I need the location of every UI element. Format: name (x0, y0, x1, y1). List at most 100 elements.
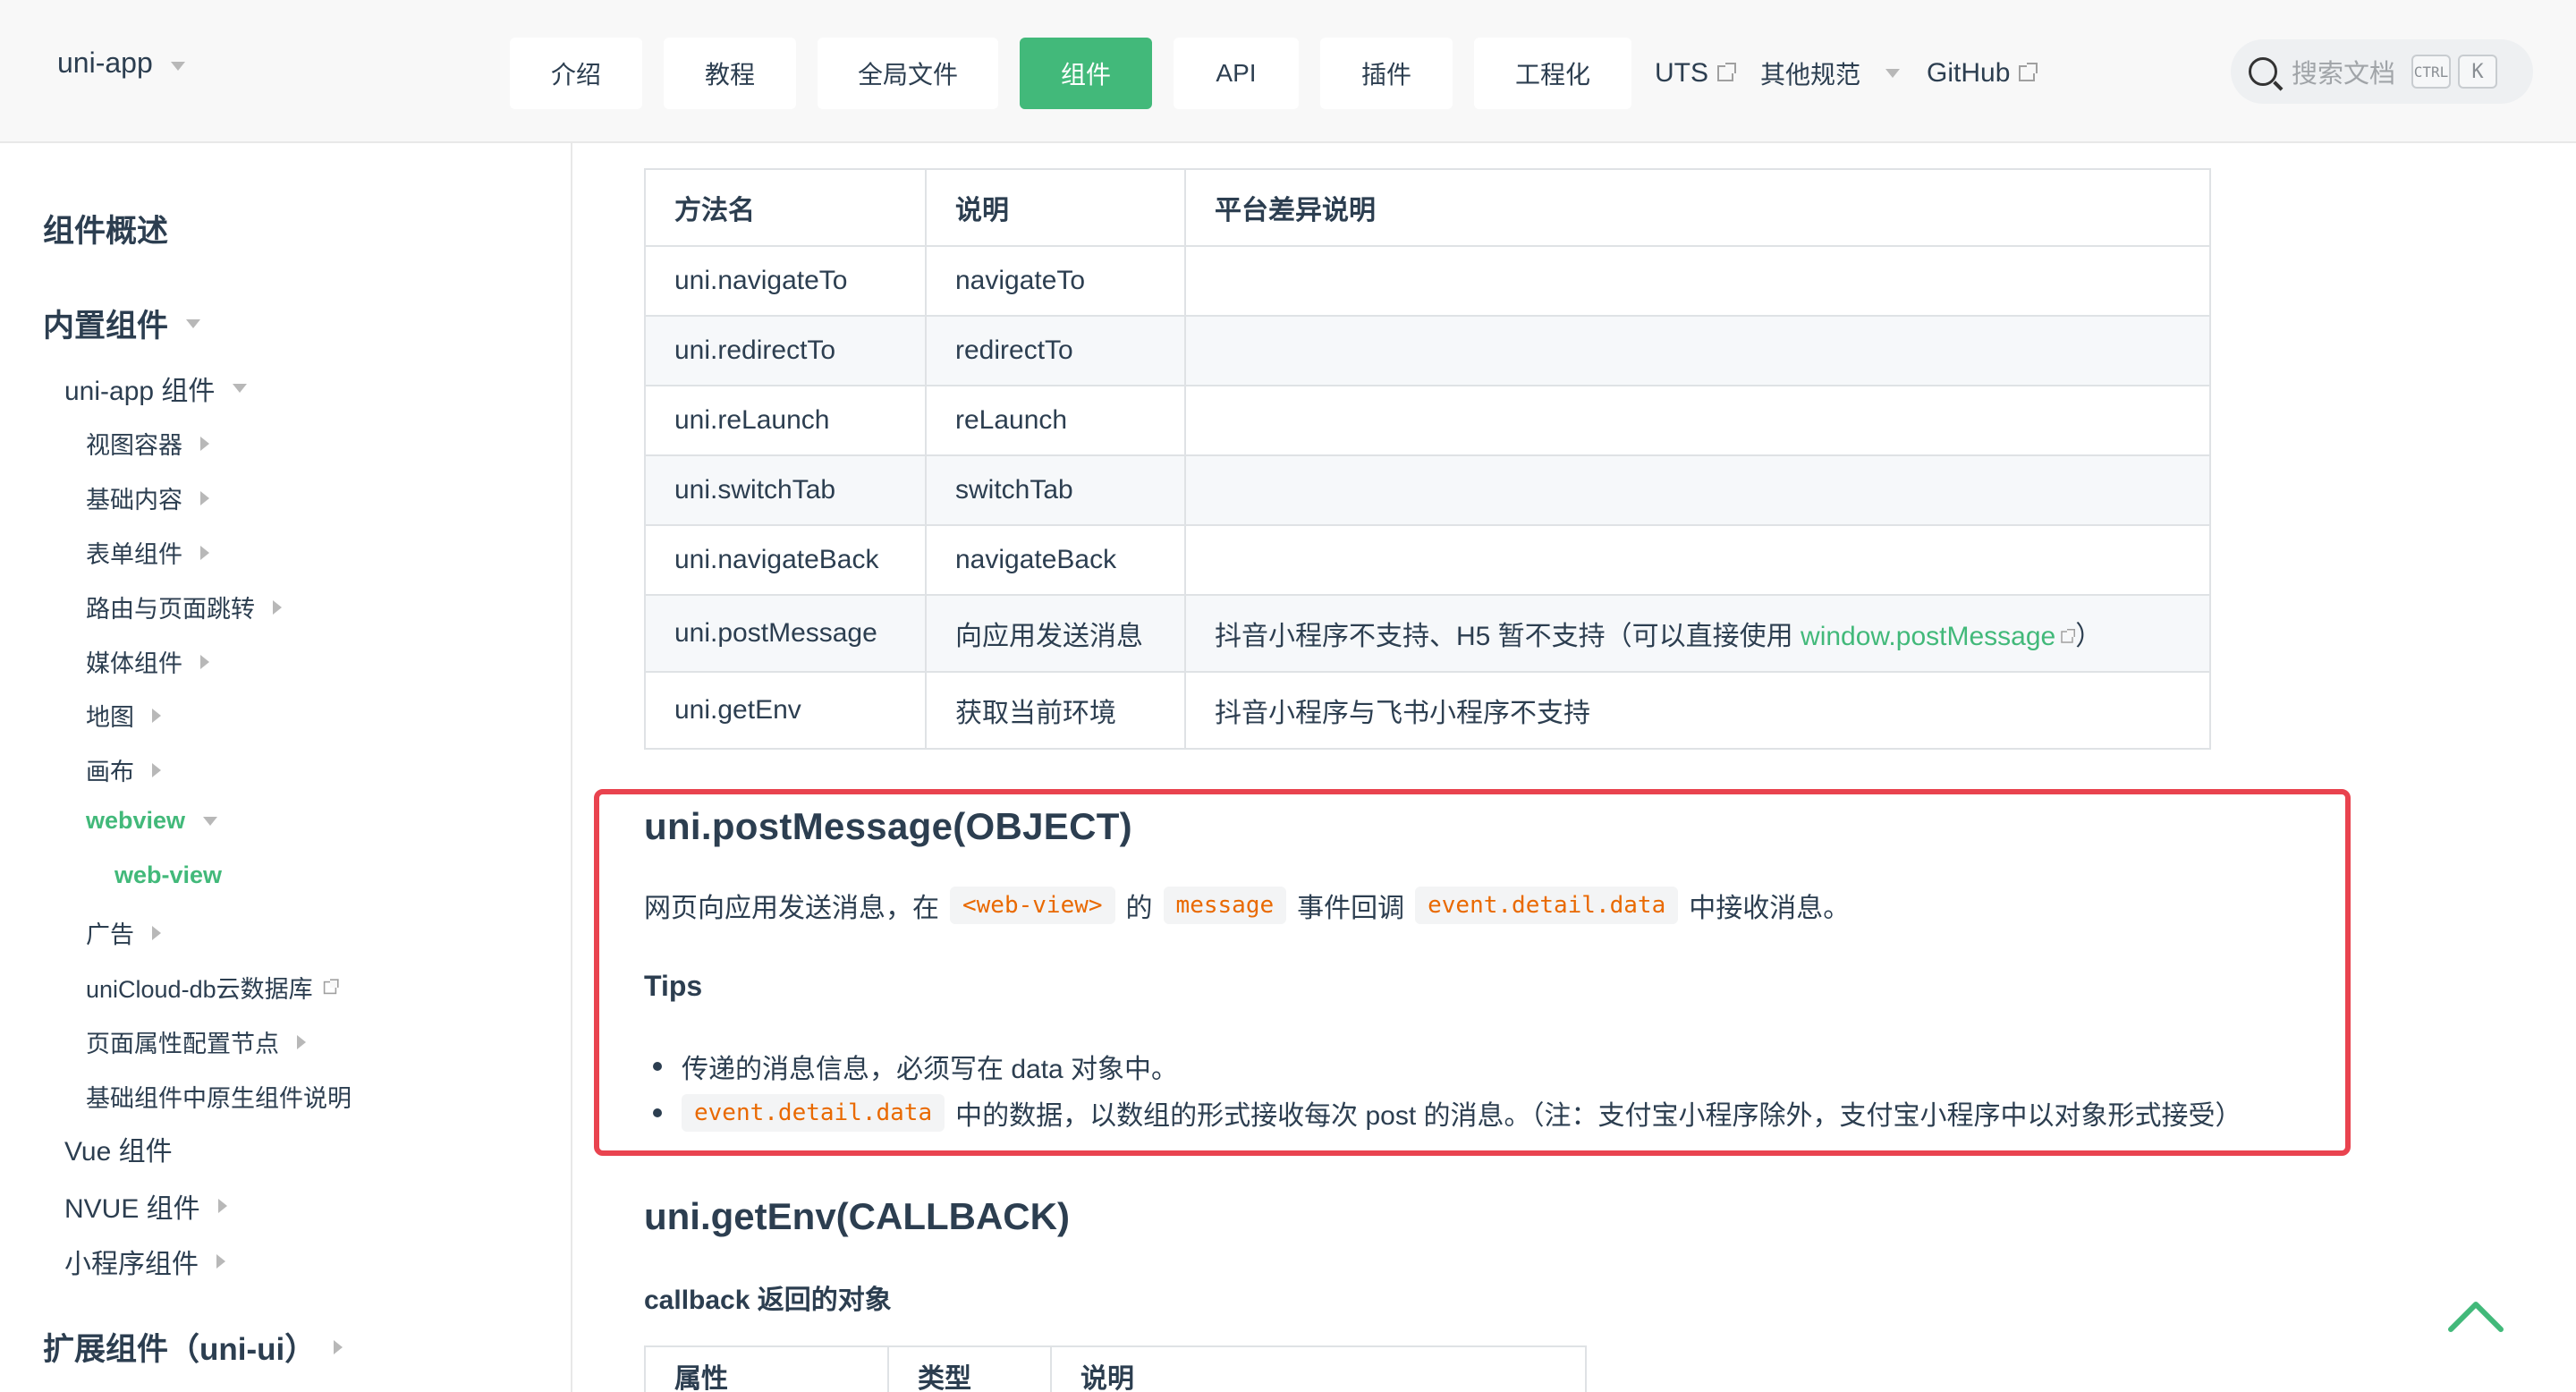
method-name: uni.navigateTo (644, 245, 927, 317)
section-heading-getenv: uni.getEnv(CALLBACK) (644, 1195, 1070, 1237)
chevron-right-icon (334, 1339, 343, 1354)
sidebar-item-overview[interactable]: 组件概述 (43, 206, 168, 251)
chevron-right-icon (152, 925, 161, 940)
method-name: uni.switchTab (644, 454, 927, 526)
chevron-right-icon (152, 708, 161, 723)
chevron-down-icon (1885, 69, 1901, 78)
nav-github-label: GitHub (1927, 58, 2011, 88)
chevron-right-icon (297, 1034, 306, 1049)
platform-note (1184, 245, 2211, 317)
sidebar-item-miniprogram[interactable]: 小程序组件 (64, 1242, 225, 1281)
nav-plugins[interactable]: 插件 (1320, 38, 1453, 109)
table-row: uni.navigateTo navigateTo (644, 245, 2211, 317)
sidebar-item-view-container[interactable]: 视图容器 (86, 426, 209, 461)
method-name: uni.redirectTo (644, 315, 927, 386)
sidebar-item-routing[interactable]: 路由与页面跳转 (86, 590, 282, 624)
sidebar-item-web-view[interactable]: web-view (114, 862, 222, 889)
getenv-subtitle: callback 返回的对象 (644, 1286, 892, 1315)
nav-tutorial[interactable]: 教程 (664, 38, 796, 109)
sidebar: 组件概述 内置组件 uni-app 组件 视图容器 基础内容 表单组件 路由与页… (0, 143, 572, 1392)
nav-uts[interactable]: UTS (1655, 38, 1736, 109)
sidebar-item-ext[interactable]: 扩展组件（uni-ui） (43, 1324, 343, 1370)
column-header: 说明 (925, 168, 1186, 247)
search-button[interactable]: 搜索文档 CTRL K (2231, 39, 2533, 104)
postmessage-description: 网页向应用发送消息，在 <web-view> 的 message 事件回调 ev… (644, 886, 1850, 925)
chevron-right-icon (216, 1254, 225, 1269)
external-link-icon (323, 978, 339, 994)
brand-name: uni-app (57, 47, 153, 79)
list-item-text: 中的数据，以数组的形式接收每次 post 的消息。（注：支付宝小程序除外，支付宝… (955, 1101, 2242, 1131)
platform-note: 抖音小程序不支持、H5 暂不支持（可以直接使用 window.postMessa… (1184, 594, 2211, 673)
top-navbar: uni-app 介绍 教程 全局文件 组件 API 插件 工程化 UTS 其他规… (0, 0, 2576, 143)
external-link-icon (2019, 63, 2038, 81)
column-header: 说明 (1050, 1345, 1587, 1392)
column-header: 方法名 (644, 168, 927, 247)
sidebar-item-label: 地图 (86, 704, 134, 731)
chevron-down-icon (233, 384, 248, 393)
chevron-right-icon (200, 490, 209, 505)
sidebar-item-map[interactable]: 地图 (86, 698, 161, 733)
sidebar-item-label: uniCloud-db云数据库 (86, 976, 313, 1003)
description-text: 网页向应用发送消息，在 (644, 894, 939, 923)
bullet-dot (653, 1062, 662, 1071)
table-row: uni.navigateBack navigateBack (644, 524, 2211, 596)
chevron-down-icon (186, 318, 201, 328)
sidebar-item-native-desc[interactable]: 基础组件中原生组件说明 (86, 1079, 352, 1114)
nav-components[interactable]: 组件 (1020, 38, 1152, 109)
chevron-right-icon (152, 762, 161, 777)
platform-note: 抖音小程序与飞书小程序不支持 (1184, 671, 2211, 750)
chevron-right-icon (217, 1199, 227, 1213)
sidebar-item-nvue[interactable]: NVUE 组件 (64, 1186, 227, 1226)
main-nav: 介绍 教程 全局文件 组件 API 插件 工程化 UTS 其他规范 GitHub (510, 38, 2062, 109)
nav-engineering[interactable]: 工程化 (1474, 38, 1631, 109)
table-row: uni.getEnv 获取当前环境 抖音小程序与飞书小程序不支持 (644, 671, 2211, 750)
search-placeholder: 搜索文档 (2292, 60, 2396, 89)
inline-code: event.detail.data (682, 1094, 945, 1132)
nav-intro[interactable]: 介绍 (510, 38, 642, 109)
sidebar-item-label: 基础内容 (86, 487, 182, 514)
sidebar-item-ad[interactable]: 广告 (86, 915, 161, 950)
column-header: 平台差异说明 (1184, 168, 2211, 247)
sidebar-item-label: 扩展组件（uni-ui） (43, 1332, 317, 1367)
sidebar-item-vue[interactable]: Vue 组件 (64, 1129, 173, 1168)
inline-code: event.detail.data (1415, 887, 1679, 924)
table-row: uni.reLaunch reLaunch (644, 385, 2211, 456)
shortcut-key-ctrl: CTRL (2411, 55, 2452, 89)
window-postmessage-link[interactable]: window.postMessage (1801, 622, 2055, 651)
nav-global-files[interactable]: 全局文件 (818, 38, 998, 109)
external-link-icon (2061, 629, 2076, 643)
method-name: uni.postMessage (644, 594, 927, 673)
sidebar-item-webview[interactable]: webview (86, 807, 218, 835)
method-name: uni.navigateBack (644, 524, 927, 596)
nav-uts-label: UTS (1655, 58, 1708, 88)
list-item: event.detail.data 中的数据，以数组的形式接收每次 post 的… (653, 1093, 2241, 1133)
nav-api[interactable]: API (1174, 38, 1299, 109)
back-to-top-icon[interactable] (2447, 1297, 2504, 1333)
sidebar-item-basic-content[interactable]: 基础内容 (86, 480, 209, 515)
nav-github[interactable]: GitHub (1927, 38, 2038, 109)
method-link[interactable]: navigateTo (925, 245, 1186, 317)
method-desc: 获取当前环境 (925, 671, 1186, 750)
method-link[interactable]: navigateBack (925, 524, 1186, 596)
sidebar-item-unicloud-db[interactable]: uniCloud-db云数据库 (86, 970, 339, 1005)
platform-note (1184, 315, 2211, 386)
description-text: 的 (1125, 894, 1153, 923)
sidebar-item-media[interactable]: 媒体组件 (86, 644, 209, 679)
sidebar-item-label: 页面属性配置节点 (86, 1031, 279, 1057)
sidebar-item-page-props[interactable]: 页面属性配置节点 (86, 1024, 306, 1059)
method-link[interactable]: switchTab (925, 454, 1186, 526)
method-link[interactable]: reLaunch (925, 385, 1186, 456)
method-link[interactable]: redirectTo (925, 315, 1186, 386)
nav-other-specs[interactable]: 其他规范 (1760, 38, 1901, 109)
sidebar-item-label: 视图容器 (86, 432, 182, 459)
brand-dropdown[interactable]: uni-app (57, 47, 185, 80)
platform-note-text: ） (2075, 622, 2103, 651)
platform-note (1184, 385, 2211, 456)
sidebar-item-uniapp-components[interactable]: uni-app 组件 (64, 369, 248, 408)
sidebar-item-form[interactable]: 表单组件 (86, 535, 209, 570)
sidebar-item-builtin[interactable]: 内置组件 (43, 301, 201, 346)
sidebar-item-canvas[interactable]: 画布 (86, 752, 161, 787)
table-row: uni.postMessage 向应用发送消息 抖音小程序不支持、H5 暂不支持… (644, 594, 2211, 673)
sidebar-item-label: 广告 (86, 921, 134, 948)
method-name: uni.reLaunch (644, 385, 927, 456)
